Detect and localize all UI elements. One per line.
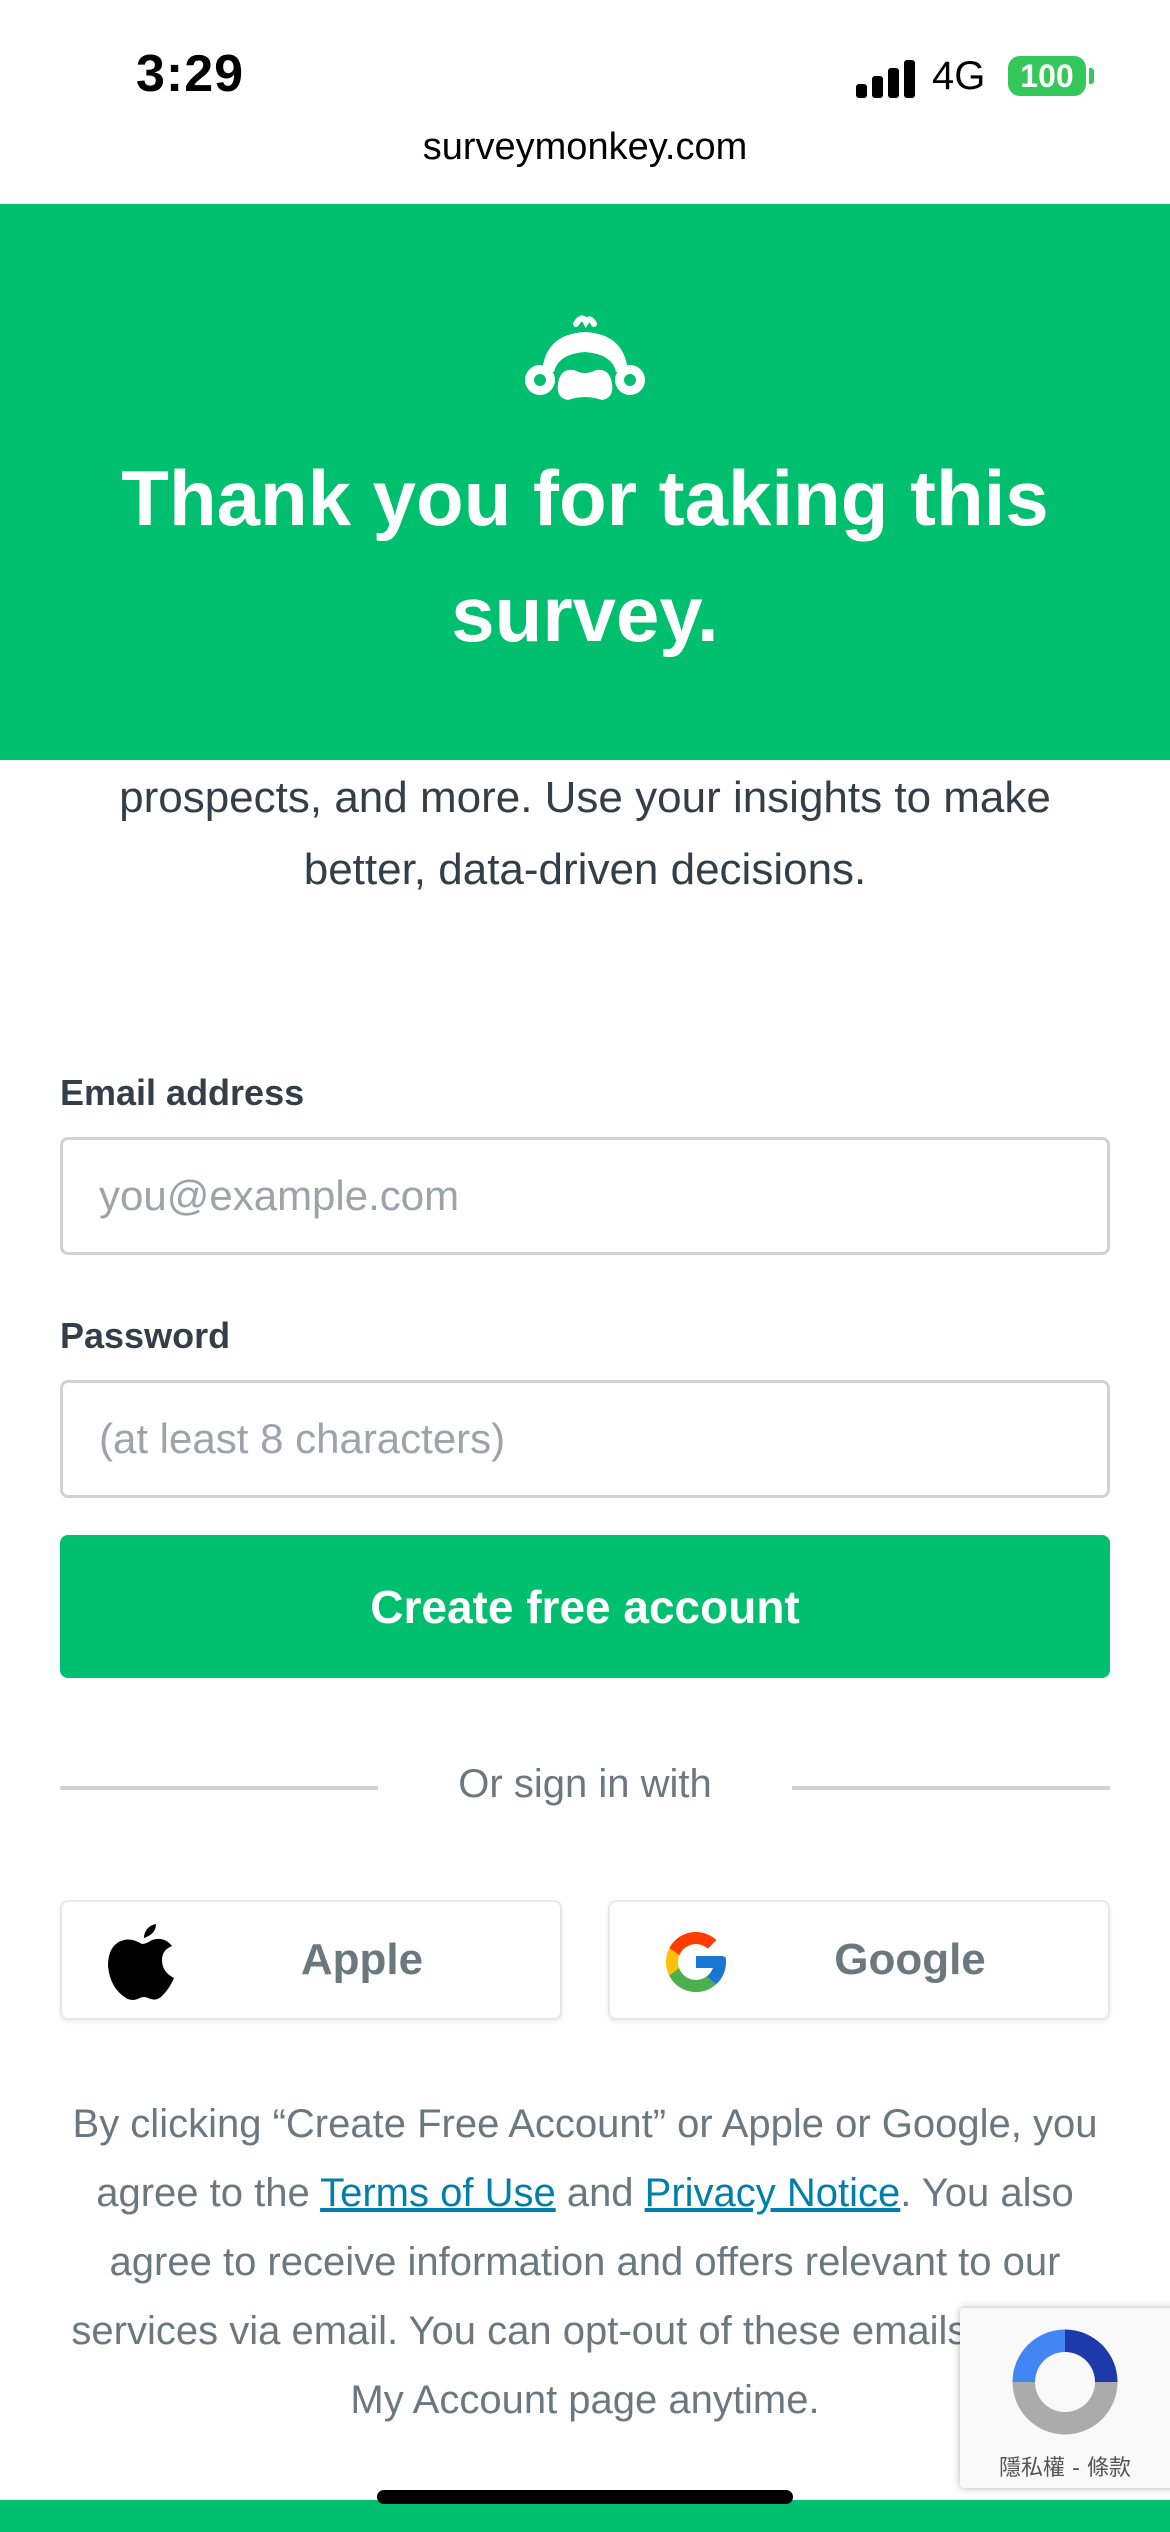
apple-sign-in-button[interactable]: Apple xyxy=(60,1900,562,2020)
create-account-button[interactable]: Create free account xyxy=(60,1535,1110,1678)
status-bar: 3:29 4G 100 surveymonkey.com xyxy=(0,0,1170,168)
battery-nub xyxy=(1089,68,1094,84)
recaptcha-icon xyxy=(1012,2329,1118,2435)
google-sign-in-button[interactable]: Google xyxy=(608,1900,1110,2020)
cellular-signal-icon xyxy=(856,58,916,98)
page: 3:29 4G 100 surveymonkey.com Thank you f… xyxy=(0,0,1170,2532)
home-indicator[interactable] xyxy=(377,2490,793,2504)
legal-text: By clicking “Create Free Account” or App… xyxy=(60,2090,1110,2435)
legal-text-and: and xyxy=(555,2171,645,2215)
recaptcha-links: 隱私權 - 條款 xyxy=(960,2450,1170,2482)
divider-text: Or sign in with xyxy=(458,1762,712,1806)
network-type: 4G xyxy=(932,54,986,98)
intro-text: prospects, and more. Use your insights t… xyxy=(60,762,1110,906)
apple-icon xyxy=(108,1924,174,2000)
password-label: Password xyxy=(60,1315,231,1356)
surveymonkey-logo-icon xyxy=(525,315,645,400)
recaptcha-terms-link[interactable]: 條款 xyxy=(1087,2456,1131,2481)
title-line: Thank you for taking this xyxy=(121,454,1049,542)
privacy-notice-link[interactable]: Privacy Notice xyxy=(645,2171,901,2215)
battery-icon: 100 xyxy=(1008,56,1086,96)
intro-line: prospects, and more. Use your insights t… xyxy=(119,773,1051,822)
battery-level: 100 xyxy=(1020,58,1074,94)
google-icon xyxy=(666,1932,726,1992)
recaptcha-badge[interactable]: 隱私權 - 條款 xyxy=(960,2308,1170,2488)
title-line: survey. xyxy=(451,570,719,658)
page-title: Thank you for taking this survey. xyxy=(60,440,1110,672)
email-field[interactable] xyxy=(60,1137,1110,1255)
terms-of-use-link[interactable]: Terms of Use xyxy=(320,2171,556,2215)
intro-line: better, data-driven decisions. xyxy=(303,845,867,894)
footer-banner xyxy=(0,2500,1170,2532)
password-field[interactable] xyxy=(60,1380,1110,1498)
browser-url[interactable]: surveymonkey.com xyxy=(0,126,1170,169)
divider-line-right xyxy=(792,1786,1110,1790)
email-label: Email address xyxy=(60,1072,305,1113)
divider-line-left xyxy=(60,1786,378,1790)
recaptcha-privacy-link[interactable]: 隱私權 xyxy=(999,2456,1065,2481)
recaptcha-separator: - xyxy=(1065,2456,1087,2481)
google-label: Google xyxy=(834,1935,986,1984)
thank-you-banner: Thank you for taking this survey. xyxy=(0,204,1170,760)
apple-label: Apple xyxy=(300,1935,424,1984)
status-time: 3:29 xyxy=(136,45,245,103)
